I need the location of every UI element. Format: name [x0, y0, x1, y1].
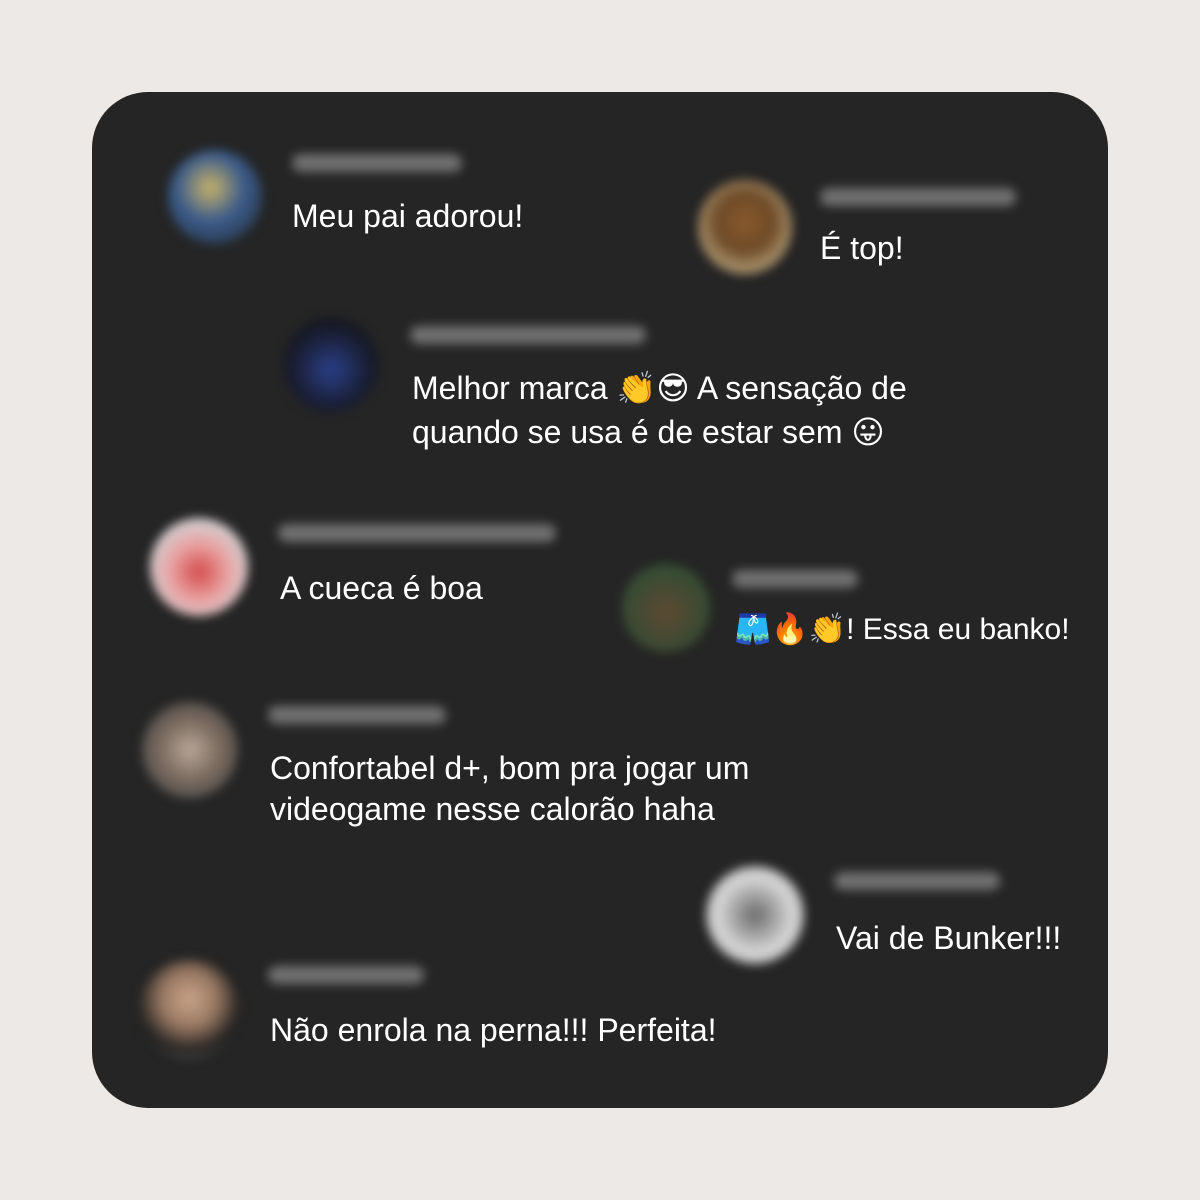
username[interactable]	[278, 524, 556, 542]
avatar[interactable]	[142, 702, 238, 798]
comments-card: Meu pai adorou! É top! Melhor marca 👏😎 A…	[92, 92, 1108, 1108]
avatar[interactable]	[150, 518, 248, 616]
comment-text: Melhor marca 👏😎 A sensação de quando se …	[412, 366, 1012, 454]
username[interactable]	[268, 706, 446, 724]
username[interactable]	[268, 966, 424, 984]
avatar[interactable]	[168, 150, 262, 244]
clap-sunglasses-emoji: 👏😎	[616, 369, 690, 407]
username[interactable]	[834, 872, 1000, 890]
avatar[interactable]	[140, 960, 238, 1058]
comment-text: Confortabel d+, bom pra jogar um videoga…	[270, 750, 750, 827]
username[interactable]	[732, 570, 858, 588]
username[interactable]	[820, 188, 1016, 206]
comment-text-part: ! Essa eu banko!	[846, 613, 1070, 646]
avatar[interactable]	[284, 318, 378, 412]
comment-text: É top!	[820, 230, 904, 266]
avatar[interactable]	[622, 564, 710, 652]
comment-text: Não enrola na perna!!! Perfeita!	[270, 1012, 717, 1048]
comment-text: A cueca é boa	[280, 570, 483, 606]
comment-text: 🩳🔥👏! Essa eu banko!	[734, 608, 1070, 652]
comment-text: Meu pai adorou!	[292, 198, 524, 234]
username[interactable]	[292, 154, 462, 172]
tongue-emoji: 😛	[851, 413, 885, 451]
shorts-fire-clap-emoji: 🩳🔥👏	[734, 612, 847, 647]
avatar[interactable]	[698, 180, 792, 274]
username[interactable]	[410, 326, 646, 344]
avatar[interactable]	[706, 866, 804, 964]
comment-text-part: Melhor marca	[412, 370, 617, 406]
comment-text: Vai de Bunker!!!	[836, 920, 1062, 956]
